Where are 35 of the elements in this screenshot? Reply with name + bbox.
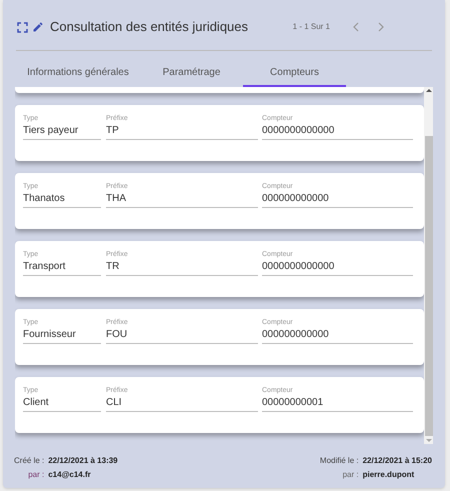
input-field[interactable]: FOU bbox=[106, 327, 258, 344]
input-field[interactable]: 000000000000 bbox=[262, 191, 413, 208]
expand-icon[interactable] bbox=[17, 22, 28, 32]
created-by: c14@c14.fr bbox=[48, 469, 92, 481]
window-title: Consultation des entités juridiques bbox=[50, 18, 248, 36]
input-field[interactable]: Client bbox=[23, 395, 101, 412]
input-field[interactable]: Fournisseur bbox=[23, 327, 101, 344]
modified-label: Modifié le : bbox=[320, 455, 359, 467]
modified-by: pierre.dupont bbox=[362, 469, 416, 481]
input-field[interactable]: 000000000000 bbox=[262, 327, 413, 344]
previous-button[interactable] bbox=[352, 22, 360, 32]
scrollbar-track[interactable] bbox=[424, 87, 433, 444]
modified-date: 22/12/2021 à 15:20 bbox=[362, 455, 432, 467]
created-by-label: par : bbox=[27, 469, 44, 481]
input-field[interactable]: THA bbox=[106, 191, 258, 208]
pagination-text: 1 - 1 Sur 1 bbox=[292, 21, 330, 33]
modified-by-label: par : bbox=[342, 469, 359, 481]
input-field[interactable]: 0000000000000 bbox=[262, 123, 413, 140]
input-field[interactable]: Thanatos bbox=[23, 191, 101, 208]
scroll-up-icon[interactable] bbox=[426, 87, 432, 95]
pencil-icon[interactable] bbox=[32, 21, 44, 33]
input-field[interactable]: 00000000001 bbox=[262, 395, 413, 412]
next-button[interactable] bbox=[377, 22, 385, 32]
input-field[interactable]: TP bbox=[106, 123, 258, 140]
input-field[interactable]: 0000000000000 bbox=[262, 259, 413, 276]
input-field[interactable]: Transport bbox=[23, 259, 101, 276]
created-label: Créé le : bbox=[14, 455, 44, 467]
input-field[interactable]: TR bbox=[106, 259, 258, 276]
scrollbar-thumb[interactable] bbox=[424, 136, 432, 436]
input-field[interactable]: Tiers payeur bbox=[23, 123, 101, 140]
created-date: 22/12/2021 à 13:39 bbox=[48, 455, 118, 467]
tab[interactable]: Informations générales bbox=[16, 60, 140, 87]
tab[interactable]: Paramétrage bbox=[140, 60, 243, 87]
scroll-down-icon[interactable] bbox=[426, 436, 432, 444]
input-field[interactable]: CLI bbox=[106, 395, 258, 412]
